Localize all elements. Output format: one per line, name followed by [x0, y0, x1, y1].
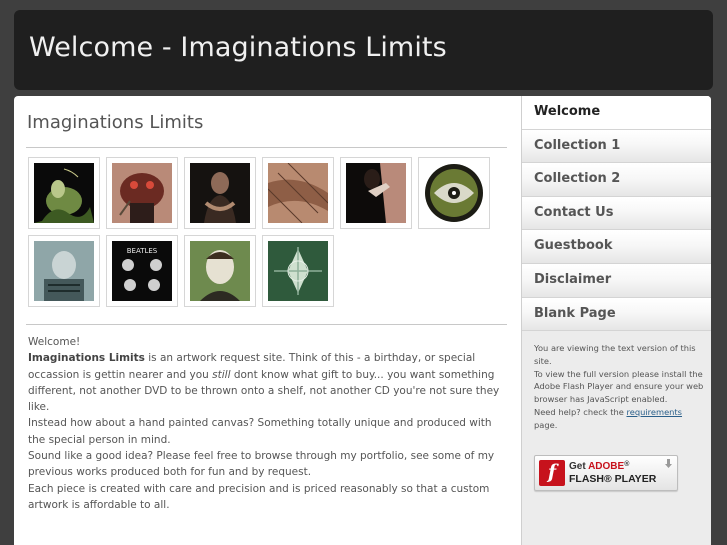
site-header: Welcome - Imaginations Limits — [14, 10, 713, 90]
flash-logo-icon: f — [539, 460, 565, 486]
artwork-image — [268, 241, 328, 301]
sidebar: Welcome Collection 1 Collection 2 Contac… — [521, 96, 711, 545]
nav-item-disclaimer[interactable]: Disclaimer — [522, 263, 711, 298]
artwork-image — [34, 241, 94, 301]
gallery-thumbnail-10[interactable] — [262, 235, 334, 307]
main-content: Imaginations Limits BEATLES Welcome! Ima… — [14, 96, 521, 545]
divider — [26, 147, 507, 148]
requirements-link[interactable]: requirements — [626, 407, 682, 417]
artwork-image — [346, 163, 406, 223]
greeting: Welcome! — [28, 336, 81, 348]
nav-item-guestbook[interactable]: Guestbook — [522, 230, 711, 264]
get-flash-player-button[interactable]: f Get ADOBE® FLASH® PLAYER — [534, 455, 678, 491]
nav-item-collection-2[interactable]: Collection 2 — [522, 163, 711, 197]
gallery-thumbnail-7[interactable] — [28, 235, 100, 307]
install-note: To view the full version please install … — [534, 368, 704, 405]
artwork-image — [268, 163, 328, 223]
svg-text:BEATLES: BEATLES — [127, 247, 158, 255]
help-suffix: page. — [534, 419, 558, 430]
help-prefix: Need help? check the — [534, 406, 627, 417]
intro-paragraph-1: Imaginations Limits is an artwork reques… — [28, 350, 504, 415]
gallery-thumbnail-2[interactable] — [106, 157, 178, 229]
intro-text: Welcome! Imaginations Limits is an artwo… — [28, 334, 504, 513]
gallery-thumbnail-1[interactable] — [28, 157, 100, 229]
divider — [26, 324, 507, 325]
adobe-text: ADOBE — [588, 461, 625, 472]
registered-mark: ® — [624, 461, 630, 468]
artwork-image — [112, 163, 172, 223]
artwork-image — [34, 163, 94, 223]
page-heading: Imaginations Limits — [27, 112, 204, 133]
gallery-thumbnail-4[interactable] — [262, 157, 334, 229]
content-panel: Imaginations Limits BEATLES Welcome! Ima… — [14, 96, 711, 545]
flash-notice: You are viewing the text version of this… — [534, 342, 704, 432]
nav-item-blank-page[interactable]: Blank Page — [522, 297, 711, 332]
gallery-thumbnail-9[interactable] — [184, 235, 256, 307]
artwork-image — [424, 163, 484, 223]
flash-badge-line2: FLASH® PLAYER — [569, 473, 657, 485]
emphasis: still — [212, 368, 231, 381]
site-name: Imaginations Limits — [28, 352, 145, 365]
intro-paragraph-4: Each piece is created with care and prec… — [28, 482, 490, 511]
flash-badge-line1: Get ADOBE® — [569, 461, 629, 472]
intro-paragraph-3: Sound like a good idea? Please feel free… — [28, 450, 495, 479]
download-arrow-icon — [665, 459, 672, 469]
help-note: Need help? check the requirements page. — [534, 406, 704, 432]
intro-paragraph-2: Instead how about a hand painted canvas?… — [28, 417, 492, 446]
gallery-thumbnail-6[interactable] — [418, 157, 490, 229]
nav-item-welcome[interactable]: Welcome — [522, 96, 711, 130]
gallery-thumbnail-8[interactable]: BEATLES — [106, 235, 178, 307]
artwork-image — [190, 241, 250, 301]
artwork-image — [190, 163, 250, 223]
gallery-thumbnail-3[interactable] — [184, 157, 256, 229]
artwork-image: BEATLES — [112, 241, 172, 301]
gallery-thumbnail-5[interactable] — [340, 157, 412, 229]
site-title: Welcome - Imaginations Limits — [29, 32, 447, 63]
nav-item-contact-us[interactable]: Contact Us — [522, 196, 711, 231]
get-text: Get — [569, 461, 589, 472]
nav-item-collection-1[interactable]: Collection 1 — [522, 129, 711, 164]
text-version-note: You are viewing the text version of this… — [534, 343, 696, 366]
